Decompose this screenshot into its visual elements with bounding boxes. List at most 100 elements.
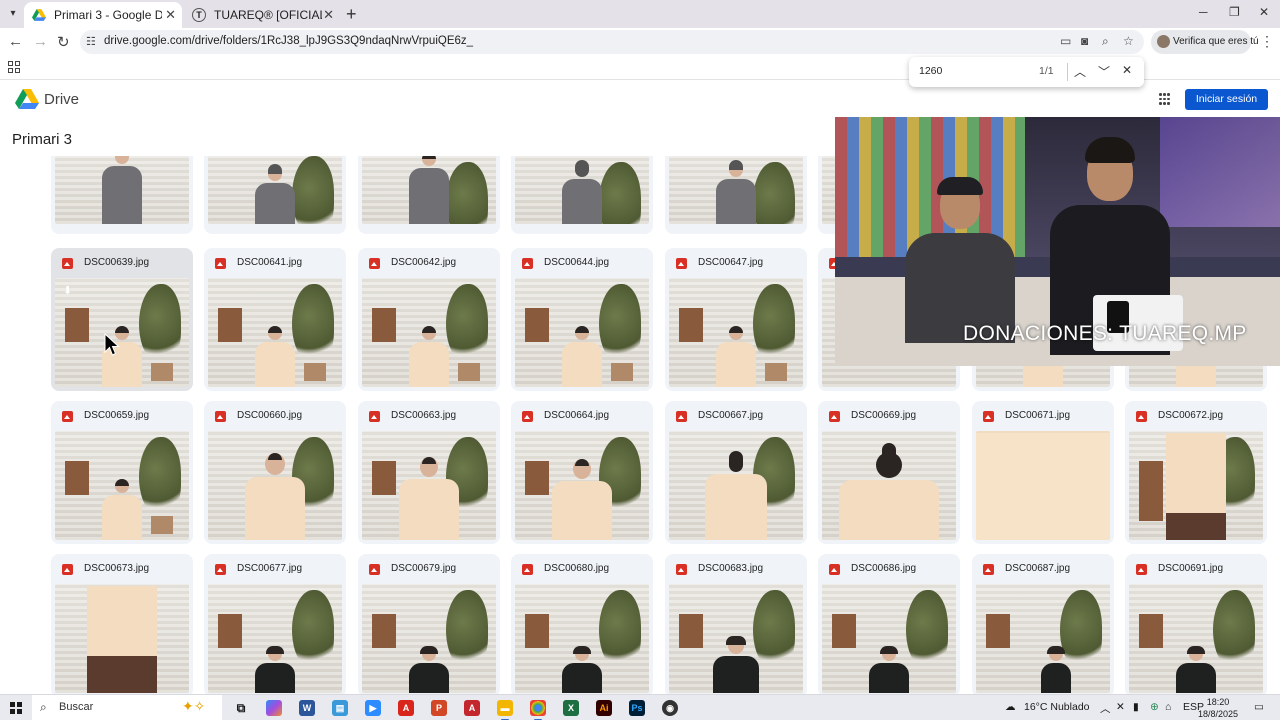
file-card[interactable]: DSC00667.jpg [665,401,807,544]
illustrator-app-icon[interactable]: Ai [596,700,612,716]
photoshop-app-icon[interactable]: Ps [629,700,645,716]
file-name: DSC00664.jpg [544,410,610,421]
file-name: DSC00641.jpg [237,257,303,268]
image-file-icon [983,411,994,422]
security-icon[interactable]: ⊕ [1150,701,1159,713]
zoom-app-icon[interactable]: ▶ [365,700,381,716]
donation-caption: DONACIONES: TUAREQ.MP [963,322,1247,345]
site-info-icon[interactable]: ☷ [86,35,96,48]
cast-icon[interactable]: ▭ [1060,34,1071,48]
file-card[interactable]: DSC00642.jpg [358,248,500,391]
drive-app-name[interactable]: Drive [44,91,79,108]
powerpoint-app-icon[interactable]: P [431,700,447,716]
file-card[interactable]: DSC00669.jpg [818,401,960,544]
file-thumbnail [55,431,189,540]
tab-primari-3[interactable]: Primari 3 - Google Drive ✕ [24,2,182,28]
tab-tuareq[interactable]: T TUAREQ® [OFICIAL] – VER TODO ✕ [184,2,340,28]
file-card[interactable]: DSC00671.jpg [972,401,1114,544]
file-card[interactable]: DSC00639.jpg ⬇ [51,248,193,391]
tuareq-favicon-icon: T [192,8,206,22]
tab-search-icon[interactable]: ▾ [6,7,20,21]
network-icon[interactable]: ⌂ [1165,701,1171,713]
windows-start-icon[interactable] [10,702,22,714]
file-card[interactable] [511,156,653,234]
file-card[interactable]: DSC00660.jpg [204,401,346,544]
acrobat-app-icon[interactable]: A [398,700,414,716]
new-tab-icon[interactable]: + [346,4,357,25]
tray-overflow-icon[interactable]: ︿ [1100,701,1111,716]
divider [1067,63,1068,81]
file-card[interactable]: DSC00663.jpg [358,401,500,544]
file-name: DSC00660.jpg [237,410,303,421]
google-drive-logo-icon[interactable] [15,89,39,109]
back-icon[interactable]: ← [8,33,23,50]
weather-text[interactable]: 16°C Nublado [1024,701,1090,713]
apps-shortcut-icon[interactable] [8,61,20,73]
lens-icon[interactable]: ◙ [1081,34,1088,48]
purple-lights [1160,117,1280,227]
file-thumbnail [362,278,496,387]
file-card[interactable] [51,156,193,234]
file-thumbnail [515,431,649,540]
file-card[interactable] [358,156,500,234]
download-icon[interactable]: ⬇ [63,284,72,297]
close-window-icon[interactable]: ✕ [1259,5,1269,19]
file-card[interactable]: DSC00691.jpg [1125,554,1267,694]
file-card[interactable]: DSC00644.jpg [511,248,653,391]
file-card[interactable]: DSC00659.jpg [51,401,193,544]
reload-icon[interactable]: ↻ [57,33,70,51]
excel-app-icon[interactable]: X [563,700,579,716]
find-previous-icon[interactable]: ︿ [1074,63,1086,80]
bookmark-star-icon[interactable]: ☆ [1123,34,1134,48]
acrobat-pro-app-icon[interactable]: A [464,700,480,716]
task-view-icon[interactable]: ⧉ [233,700,249,716]
file-card[interactable]: DSC00687.jpg [972,554,1114,694]
file-card[interactable]: DSC00647.jpg [665,248,807,391]
search-icon: ⌕ [40,700,47,714]
file-card[interactable]: DSC00677.jpg [204,554,346,694]
image-file-icon [676,258,687,269]
file-explorer-app-icon[interactable]: ▬ [497,700,513,720]
file-thumbnail [515,278,649,387]
microphone-icon[interactable]: ▮ [1133,701,1139,713]
file-card[interactable] [665,156,807,234]
find-close-icon[interactable]: ✕ [1122,63,1132,77]
profile-button[interactable]: Verifica que eres tú [1151,30,1259,54]
file-card[interactable]: DSC00686.jpg [818,554,960,694]
sign-in-button[interactable]: Iniciar sesión [1185,89,1268,110]
google-apps-icon[interactable] [1159,93,1171,105]
taskbar-search[interactable]: ⌕ Buscar ✦✧ [32,695,222,720]
file-thumbnail [1129,431,1263,540]
file-card[interactable]: DSC00664.jpg [511,401,653,544]
file-thumbnail [822,431,956,540]
close-tab-icon[interactable]: ✕ [323,2,334,28]
weather-icon[interactable]: ☁ [1005,701,1016,713]
forward-icon[interactable]: → [33,33,48,50]
file-card[interactable]: DSC00679.jpg [358,554,500,694]
audio-mute-icon[interactable]: ✕ [1116,701,1125,713]
file-card[interactable]: DSC00680.jpg [511,554,653,694]
zoom-icon[interactable]: ⌕ [1102,34,1109,49]
address-bar[interactable]: ☷ drive.google.com/drive/folders/1RcJ38_… [80,30,1144,54]
obs-app-icon[interactable]: ◉ [662,700,678,716]
file-card[interactable]: DSC00683.jpg [665,554,807,694]
close-tab-icon[interactable]: ✕ [165,2,176,28]
file-card[interactable] [204,156,346,234]
chrome-app-icon[interactable] [530,700,546,720]
browser-menu-icon[interactable]: ⋮ [1260,33,1274,50]
restore-icon[interactable]: ❐ [1229,5,1240,19]
find-input[interactable]: 1260 [919,65,942,77]
outlook-app-icon[interactable]: ▤ [332,700,348,716]
browser-toolbar: ← → ↻ ☷ drive.google.com/drive/folders/1… [0,28,1280,56]
notifications-icon[interactable]: ▭ [1254,701,1264,713]
file-card[interactable]: DSC00673.jpg [51,554,193,694]
browser-tab-strip: ▾ Primari 3 - Google Drive ✕ T TUAREQ® [… [0,0,1280,28]
image-file-icon [62,564,73,575]
taskbar-clock[interactable]: 18:20 18/8/2025 [1198,696,1238,720]
copilot-app-icon[interactable] [266,700,282,716]
file-card[interactable]: DSC00672.jpg [1125,401,1267,544]
word-app-icon[interactable]: W [299,700,315,716]
find-next-icon[interactable]: ﹀ [1098,63,1110,80]
minimize-icon[interactable]: ─ [1199,5,1208,19]
file-card[interactable]: DSC00641.jpg [204,248,346,391]
